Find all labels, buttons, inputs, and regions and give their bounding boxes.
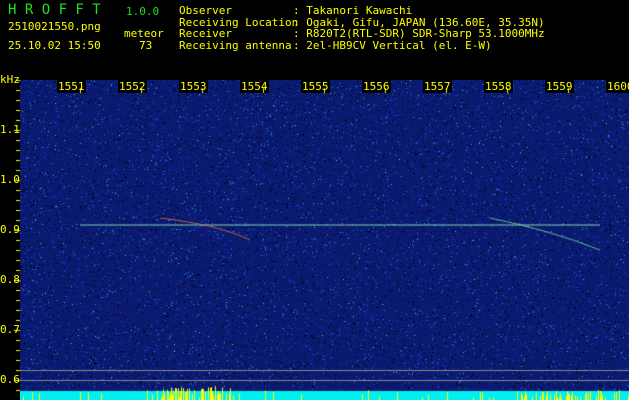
x-tick-label: 1552	[118, 80, 147, 93]
x-tick-label: 1559	[545, 80, 574, 93]
y-tick-label: 0.7	[0, 323, 20, 336]
x-tick-label: 1553	[179, 80, 208, 93]
x-tick-label: 1555	[301, 80, 330, 93]
y-tick-label: 0.9	[0, 223, 20, 236]
x-tick-label: 1554	[240, 80, 269, 93]
file-datetime: 25.10.02 15:50	[8, 39, 101, 52]
x-tick-label: 1557	[423, 80, 452, 93]
file-name: 2510021550.png	[8, 20, 101, 33]
app-version: 1.0.0	[126, 5, 160, 18]
x-tick-label: 1551	[57, 80, 86, 93]
x-tick-label: 1556	[362, 80, 391, 93]
x-tick-label: 1600	[606, 80, 629, 93]
info-value: : 2el-HB9CV Vertical (el. E-W)	[293, 38, 492, 52]
y-tick-label: 0.6	[0, 373, 20, 386]
meteor-count: 73	[139, 39, 153, 52]
info-label: Receiving antenna	[179, 38, 292, 52]
spectrogram	[20, 80, 629, 400]
app-title: H R O F F T	[8, 2, 101, 18]
y-tick-label: 1.0	[0, 173, 20, 186]
x-tick-label: 1558	[484, 80, 513, 93]
y-axis-unit: kHz	[0, 73, 20, 86]
y-tick-label: 0.8	[0, 273, 20, 286]
y-tick-label: 1.1	[0, 123, 20, 136]
